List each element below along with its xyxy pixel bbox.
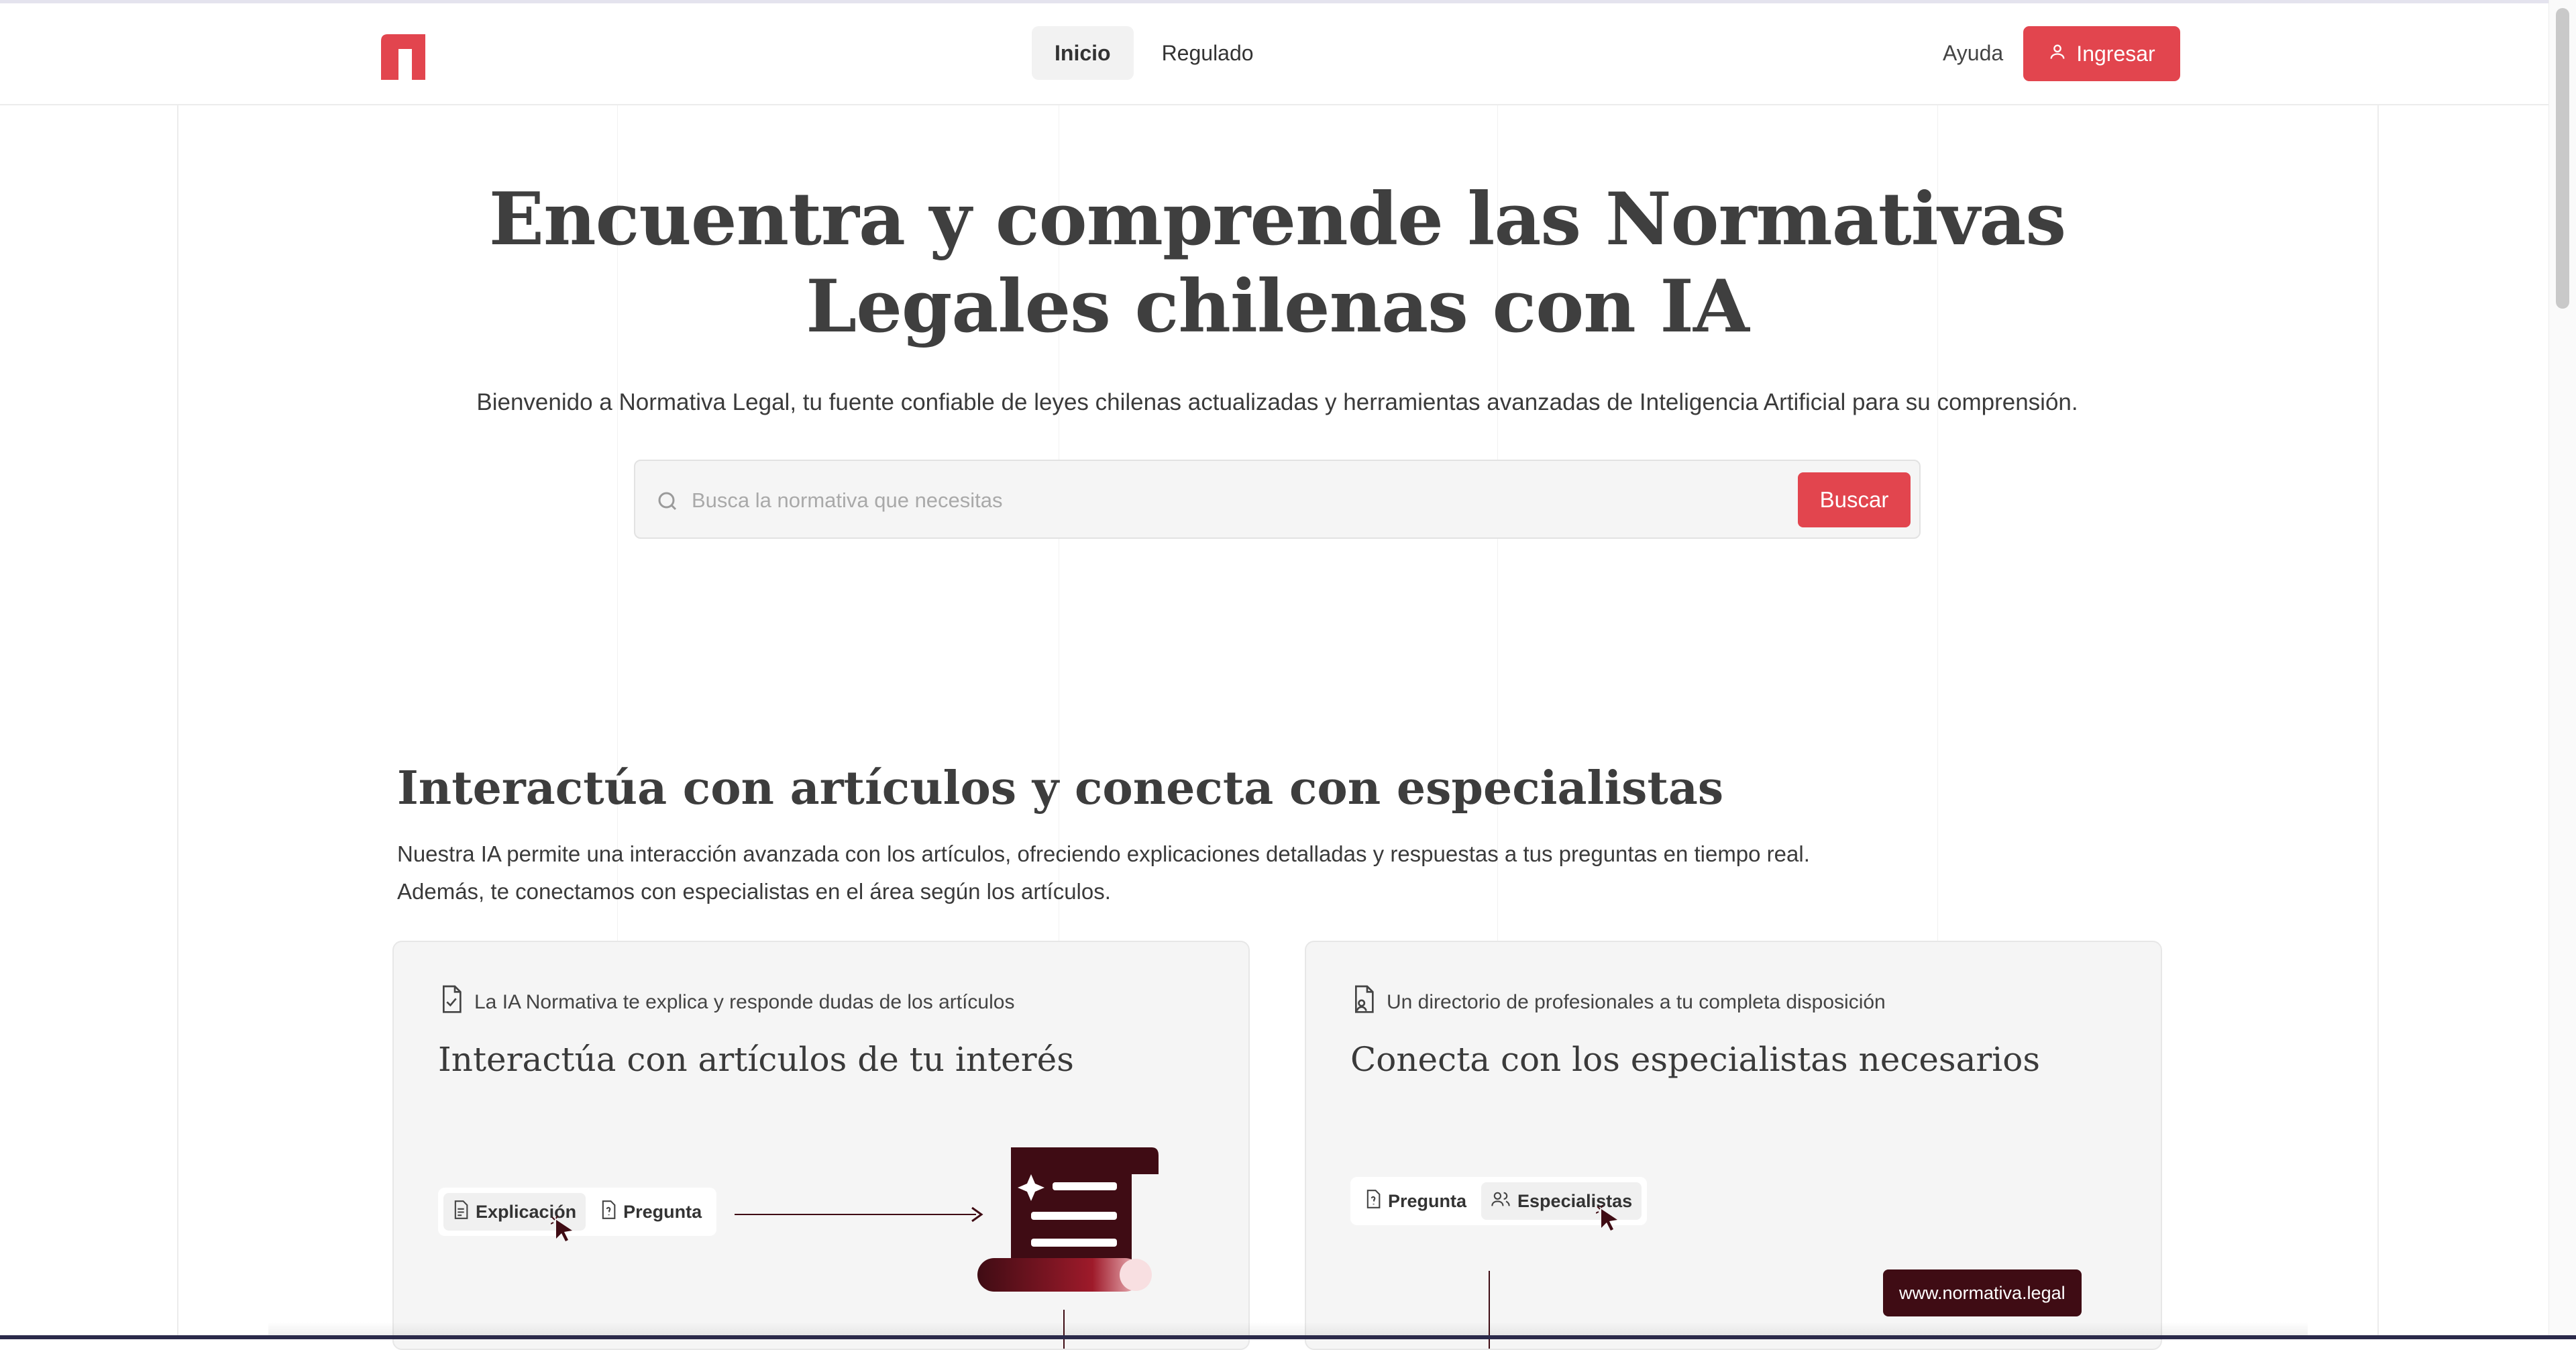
hero-title: Encuentra y comprende las Normativas Leg… — [416, 176, 2139, 350]
question-pill-label: Pregunta — [623, 1201, 702, 1222]
question-pill-label: Pregunta — [1388, 1190, 1467, 1211]
feature-card-articles: La IA Normativa te explica y responde du… — [392, 941, 1250, 1350]
card-title: Conecta con los especialistas necesarios — [1350, 1040, 2041, 1079]
card-tag-label: La IA Normativa te explica y responde du… — [474, 991, 1015, 1013]
section-title: Interactúa con artículos y conecta con e… — [397, 762, 1724, 815]
nav-link-regulado[interactable]: Regulado — [1139, 26, 1277, 80]
question-document-icon — [1365, 1189, 1381, 1213]
login-label: Ingresar — [2076, 41, 2155, 66]
question-pill[interactable]: Pregunta — [591, 1193, 711, 1231]
section-description: Nuestra IA permite una interacción avanz… — [397, 835, 2074, 911]
hero-title-line-2: Legales chilenas con IA — [806, 264, 1749, 349]
help-link[interactable]: Ayuda — [1943, 30, 2003, 76]
page-scrollbar[interactable] — [2548, 0, 2576, 1339]
nav-link-inicio[interactable]: Inicio — [1032, 26, 1134, 80]
section-description-line-1: Nuestra IA permite una interacción avanz… — [397, 841, 1810, 866]
card-tag-label: Un directorio de profesionales a tu comp… — [1387, 991, 1886, 1013]
hero-subtitle: Bienvenido a Normativa Legal, tu fuente … — [476, 389, 2078, 415]
cursor-icon — [550, 1215, 578, 1249]
document-icon — [453, 1200, 469, 1224]
card-tag: Un directorio de profesionales a tu comp… — [1350, 985, 1886, 1020]
question-pill[interactable]: Pregunta — [1356, 1182, 1476, 1220]
search-input[interactable] — [690, 474, 1739, 527]
main-nav: Inicio Regulado — [1032, 26, 1277, 80]
normativa-logo-icon[interactable] — [381, 34, 425, 80]
document-user-icon — [1350, 985, 1377, 1020]
users-icon — [1491, 1190, 1511, 1213]
taskbar-edge — [0, 1335, 2576, 1339]
search-bar: Buscar — [634, 460, 1921, 539]
search-icon — [655, 489, 680, 513]
card-tag: La IA Normativa te explica y responde du… — [438, 985, 1014, 1020]
hero-title-line-1: Encuentra y comprende las Normativas — [488, 177, 2066, 262]
question-document-icon — [600, 1200, 616, 1224]
site-header: Inicio Regulado Ayuda Ingresar — [0, 3, 2549, 105]
user-icon — [2048, 42, 2067, 66]
feature-card-specialists: Un directorio de profesionales a tu comp… — [1305, 941, 2162, 1350]
section-description-line-2: Además, te conectamos con especialistas … — [397, 879, 1111, 904]
card-title: Interactúa con artículos de tu interés — [438, 1040, 1074, 1079]
flow-arrow-line — [735, 1214, 976, 1215]
url-badge: www.normativa.legal — [1883, 1269, 2082, 1316]
cursor-icon — [1595, 1204, 1623, 1238]
login-button[interactable]: Ingresar — [2023, 26, 2180, 81]
document-scroll-icon — [977, 1147, 1159, 1298]
scrollbar-thumb[interactable] — [2556, 8, 2569, 309]
search-button[interactable]: Buscar — [1798, 472, 1911, 527]
document-check-icon — [438, 985, 465, 1020]
